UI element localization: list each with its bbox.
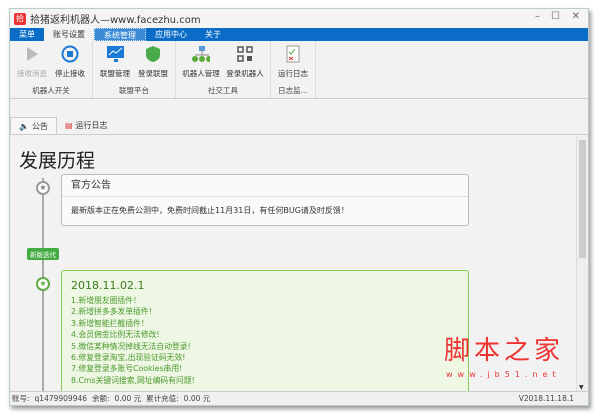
log-document-icon — [284, 45, 302, 63]
account-value: q1479909946 — [34, 394, 88, 403]
shield-icon — [144, 45, 162, 63]
vertical-scrollbar[interactable]: ▼ — [576, 136, 588, 391]
group-social-tools: 机器人管理 登录机器人 社交工具 — [176, 41, 271, 98]
recharge-value: 0.00 元 — [183, 394, 211, 403]
release-notes: 1.新增朋友圈插件！ 2.新增拼多多发单插件！ 3.新增智能拦截插件！ 4.会员… — [62, 293, 468, 388]
window-title: 拾猪返利机器人—www.facezhu.com — [30, 15, 201, 26]
balance-label: 余额: — [92, 394, 110, 403]
scroll-down-icon[interactable]: ▼ — [579, 384, 584, 391]
button-label: 机器人管理 — [182, 69, 220, 78]
alliance-management-button[interactable]: 联盟管理 — [96, 41, 134, 85]
run-log-button[interactable]: 运行日志 — [274, 41, 312, 85]
maximize-button[interactable]: ☐ — [551, 11, 560, 22]
menu-bar: 菜单 账号设置 系统管理 应用中心 关于 — [10, 28, 588, 41]
tab-announcement[interactable]: 🔈 公告 — [10, 117, 57, 134]
release-note: 5.微信某种情况掉线无法自动登录! — [71, 341, 191, 351]
close-button[interactable]: ✕ — [572, 11, 580, 22]
watermark-url: www.jb51.net — [446, 370, 561, 379]
tab-strip: 🔈 公告 ▤ 运行日志 — [10, 117, 588, 135]
stop-receiving-button[interactable]: 停止接收 — [51, 41, 89, 85]
title-bar: 拾 拾猪返利机器人—www.facezhu.com – ☐ ✕ — [10, 9, 588, 28]
account-label: 账号: — [12, 394, 30, 403]
menu-account-settings[interactable]: 账号设置 — [44, 28, 94, 41]
new-version-badge: 新版迭代 — [27, 248, 59, 260]
play-icon — [23, 45, 41, 63]
button-label: 登录联盟 — [138, 69, 168, 78]
release-note: 1.新增朋友圈插件！ — [71, 296, 141, 305]
group-alliance: 联盟管理 登录联盟 联盟平台 — [93, 41, 176, 98]
network-icon — [192, 45, 210, 63]
group-logs: 运行日志 日志监... — [271, 41, 316, 98]
watermark: 脚本之家 — [444, 336, 565, 366]
group-label: 联盟平台 — [119, 86, 149, 95]
release-note: 8.Cms关键词搜索,网址编码有问题! — [71, 375, 195, 385]
release-note: 4.会员佣金比例无法修改! — [71, 330, 160, 340]
monitor-chart-icon — [106, 45, 124, 63]
tab-label: 运行日志 — [75, 121, 108, 130]
button-label: 停止接收 — [55, 69, 85, 78]
tab-label: 公告 — [31, 121, 48, 131]
balance-value: 0.00 元 — [114, 394, 142, 403]
menu-main[interactable]: 菜单 — [10, 28, 44, 41]
release-card: 2018.11.02.1 1.新增朋友圈插件！ 2.新增拼多多发单插件！ 3.新… — [61, 270, 469, 391]
button-label: 运行日志 — [278, 69, 308, 78]
log-document-icon: ▤ — [64, 121, 73, 130]
group-label: 日志监... — [278, 86, 308, 95]
robot-management-button[interactable]: 机器人管理 — [179, 41, 223, 85]
recharge-label: 累计充值: — [146, 394, 179, 403]
receive-messages-button[interactable]: 接收消息 — [13, 41, 51, 85]
release-version: 2018.11.02.1 — [71, 279, 145, 292]
button-label: 联盟管理 — [100, 69, 130, 78]
version-label: V2018.11.18.1 — [518, 394, 574, 403]
group-robot-switch: 接收消息 停止接收 机器人开关 — [10, 41, 93, 98]
release-note: 6.修复登录淘宝,出现验证码无效! — [71, 353, 186, 363]
app-logo-icon: 拾 — [14, 12, 26, 25]
release-note: 2.新增拼多多发单插件！ — [71, 307, 157, 317]
menu-app-center[interactable]: 应用中心 — [146, 28, 196, 41]
ribbon: 接收消息 停止接收 机器人开关 联盟管理 登录联盟 联盟平台 机器人管理 登录机… — [10, 41, 588, 99]
minimize-button[interactable]: – — [535, 11, 540, 22]
release-note: 7.修复登录多账号Cookies串用! — [71, 364, 183, 374]
menu-system-management[interactable]: 系统管理 — [94, 28, 146, 41]
qr-code-icon — [236, 45, 254, 63]
login-alliance-button[interactable]: 登录联盟 — [134, 41, 172, 85]
star-icon: ★ — [36, 277, 50, 291]
stop-icon — [61, 45, 79, 63]
button-label: 登录机器人 — [226, 69, 264, 78]
menu-about[interactable]: 关于 — [196, 28, 230, 41]
release-note: 3.新增智能拦截插件！ — [71, 318, 149, 328]
group-label: 机器人开关 — [32, 86, 70, 95]
notice-card: 官方公告 最新版本正在免费公测中，免费时间截止11月31日，有任何BUG请及时反… — [61, 174, 469, 226]
scrollbar-thumb[interactable] — [579, 140, 586, 258]
tab-run-log[interactable]: ▤ 运行日志 — [57, 117, 116, 134]
group-label: 社交工具 — [208, 86, 238, 95]
notice-body: 最新版本正在免费公测中，免费时间截止11月31日，有任何BUG请及时反馈！ — [71, 206, 349, 215]
button-label: 接收消息 — [17, 69, 47, 78]
page-title: 发展历程 — [19, 150, 96, 172]
star-icon: ★ — [36, 181, 50, 195]
status-bar: 账号: q1479909946 余额: 0.00 元 累计充值: 0.00 元 … — [10, 391, 588, 405]
speaker-icon: 🔈 — [19, 121, 29, 131]
login-robot-button[interactable]: 登录机器人 — [223, 41, 267, 85]
notice-title: 官方公告 — [62, 175, 468, 197]
